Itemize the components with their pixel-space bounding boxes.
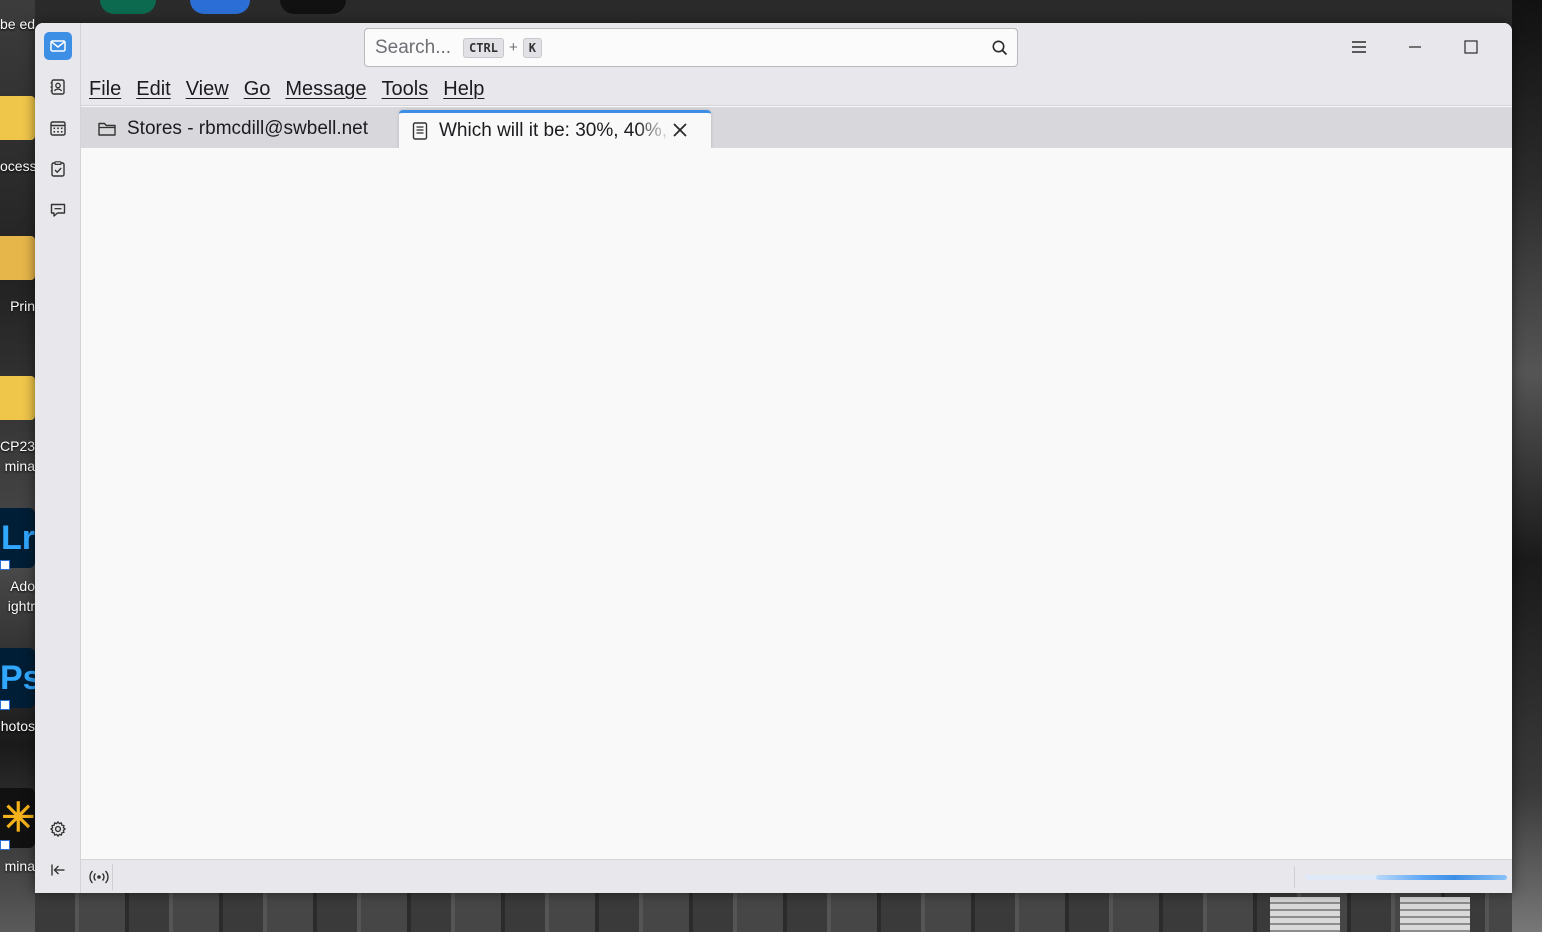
menu-help[interactable]: Help (443, 78, 484, 101)
hamburger-menu-icon (1352, 41, 1366, 53)
minimize-icon (1409, 46, 1421, 48)
chat-icon (50, 203, 66, 217)
settings-button[interactable] (44, 815, 72, 843)
menu-edit[interactable]: Edit (136, 78, 170, 101)
desktop-app-icon[interactable] (100, 0, 156, 14)
tab-folder-label: Stores - rbmcdill@swbell.net (127, 118, 369, 139)
message-icon (412, 121, 428, 140)
menu-message[interactable]: Message (285, 78, 366, 101)
luminar-app-icon[interactable]: ✳ (0, 788, 35, 848)
desktop-icon-label[interactable]: hotos (0, 718, 35, 734)
desktop-background-strip (1512, 0, 1542, 932)
online-status-icon (88, 870, 109, 884)
mail-space-button[interactable] (44, 32, 72, 60)
mail-icon (50, 40, 66, 52)
spaces-toolbar (35, 23, 81, 893)
message-content-area (81, 148, 1512, 859)
photoshop-app-icon[interactable]: Ps (0, 648, 35, 708)
address-book-icon (50, 79, 65, 95)
maximize-icon (1464, 40, 1478, 54)
chat-space-button[interactable] (44, 196, 72, 224)
desktop-icon-label[interactable]: ightr (0, 598, 35, 614)
tab-folder[interactable]: Stores - rbmcdill@swbell.net (89, 110, 399, 148)
calendar-space-button[interactable] (44, 114, 72, 142)
maximize-button[interactable] (1442, 23, 1500, 71)
status-bar (81, 859, 1512, 893)
address-book-space-button[interactable] (44, 73, 72, 101)
search-input[interactable]: Search... CTRL + K (364, 28, 1018, 67)
status-divider (1294, 866, 1295, 888)
desktop-icon-label[interactable]: ocess (0, 158, 35, 174)
search-placeholder: Search... (375, 36, 452, 58)
calendar-icon (50, 121, 66, 136)
desktop-app-icon[interactable] (190, 0, 250, 14)
menu-bar: File Edit View Go Message Tools Help (81, 73, 1512, 106)
shortcut-arrow-icon (0, 560, 10, 570)
online-status-button[interactable] (85, 864, 113, 890)
menu-go[interactable]: Go (244, 78, 271, 101)
loading-progress-fill (1375, 875, 1507, 880)
shortcut-modifier-key: CTRL (463, 37, 504, 58)
desktop-icon-label[interactable]: Prin (0, 298, 35, 314)
menu-tools[interactable]: Tools (382, 78, 429, 101)
desktop-icon-column: be edited ocess Prin CP23F mina Lr Ado i… (0, 0, 35, 932)
collapse-left-icon (51, 864, 65, 876)
tab-message-label: Which will it be: 30%, 40%, 50% (439, 119, 671, 141)
desktop-icon-label[interactable]: mina (0, 858, 35, 874)
tasks-space-button[interactable] (44, 155, 72, 183)
tasks-icon (51, 161, 65, 177)
shortcut-arrow-icon (0, 840, 10, 850)
loading-progress-bar (1305, 875, 1507, 880)
shortcut-key: K (522, 37, 542, 58)
tab-message[interactable]: Which will it be: 30%, 40%, 50% (399, 110, 711, 148)
shortcut-plus: + (508, 39, 518, 56)
title-bar: Search... CTRL + K (81, 23, 1512, 73)
app-menu-button[interactable] (1330, 23, 1388, 71)
tab-bar: Stores - rbmcdill@swbell.net Which will … (81, 107, 1512, 148)
menu-file[interactable]: File (89, 78, 121, 101)
window-shutter-image (1270, 897, 1340, 932)
desktop-icon-label[interactable]: Ado (0, 578, 35, 594)
desktop-app-icon[interactable] (280, 0, 346, 14)
mail-client-window: Search... CTRL + K File Edit View Go Mes… (35, 23, 1512, 893)
lightroom-app-icon[interactable]: Lr (0, 508, 35, 568)
close-tab-icon[interactable] (671, 121, 689, 139)
search-icon[interactable] (990, 38, 1010, 58)
gear-icon (50, 821, 66, 837)
desktop-icon-label[interactable]: mina (0, 458, 35, 474)
desktop-folder-icon[interactable] (0, 376, 35, 420)
minimize-button[interactable] (1386, 23, 1444, 71)
desktop-folder-icon[interactable] (0, 236, 35, 280)
window-shutter-image (1400, 897, 1470, 932)
shortcut-arrow-icon (0, 700, 10, 710)
desktop-icon-label[interactable]: be edited (0, 16, 35, 32)
menu-view[interactable]: View (186, 78, 229, 101)
close-window-button[interactable] (1499, 23, 1512, 71)
collapse-spaces-button[interactable] (44, 856, 72, 884)
folder-icon (98, 122, 116, 136)
desktop-folder-icon[interactable] (0, 96, 35, 140)
desktop-icon-label[interactable]: CP23F (0, 438, 35, 454)
desktop-background-strip (35, 893, 1512, 932)
